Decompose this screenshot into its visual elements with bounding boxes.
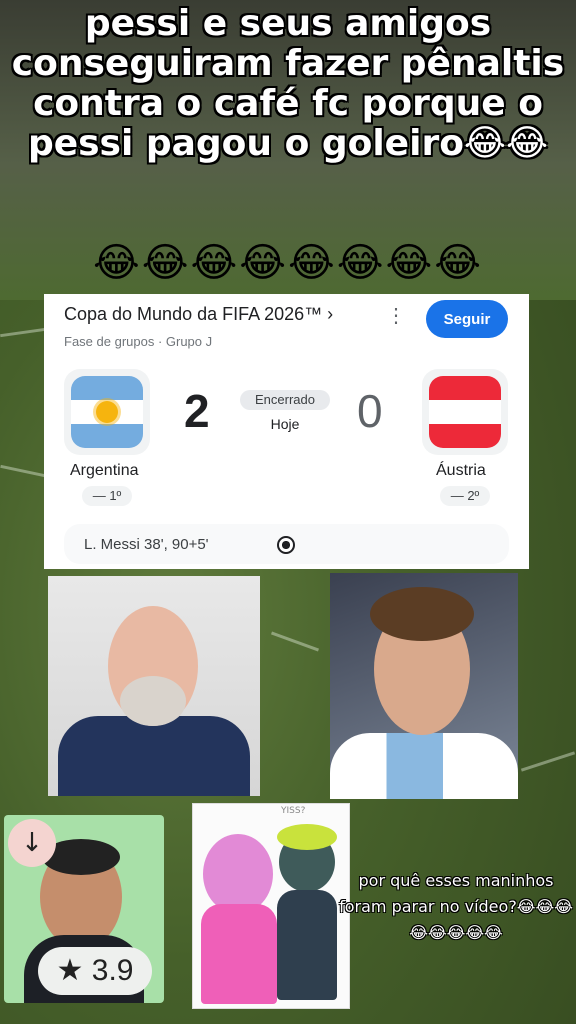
home-score: 2	[184, 385, 210, 437]
competition-link[interactable]: Copa do Mundo da FIFA 2026™ ›	[64, 304, 333, 325]
away-team-flag[interactable]	[422, 369, 508, 455]
away-score: 0	[357, 385, 383, 437]
rating-badge: ★ 3.9	[38, 947, 152, 995]
more-vert-icon[interactable]: ⋮	[386, 306, 406, 328]
austria-flag-icon	[429, 376, 501, 448]
away-team-name[interactable]: Áustria	[436, 462, 486, 480]
bottom-caption: por quê esses maninhos foram parar no ví…	[339, 871, 573, 942]
argentina-shirt	[330, 733, 518, 799]
sun-icon	[96, 401, 118, 423]
match-score-card[interactable]: Copa do Mundo da FIFA 2026™ › Fase de gr…	[44, 294, 529, 569]
scorer-text: L. Messi 38', 90+5'	[84, 536, 209, 553]
home-team-flag[interactable]	[64, 369, 150, 455]
pink-dress	[201, 904, 277, 1004]
hair	[370, 587, 474, 641]
home-team-name[interactable]: Argentina	[70, 462, 139, 480]
pitch-line	[0, 464, 50, 479]
match-date: Hoje	[270, 416, 300, 432]
pink-character	[203, 834, 273, 914]
match-status-badge: Encerrado	[240, 390, 330, 410]
blue-outfit	[277, 890, 337, 1000]
cartoon-characters-image: YISS?	[192, 803, 350, 1009]
follow-button[interactable]: Seguir	[426, 300, 508, 338]
group-stage-label: Fase de grupos · Grupo J	[64, 334, 213, 349]
psg-shirt	[58, 716, 250, 796]
player-rating-card[interactable]: ↓ ★ 3.9	[4, 815, 164, 1003]
arrow-down-icon[interactable]: ↓	[8, 819, 56, 867]
argentina-flag-icon	[71, 376, 143, 448]
pitch-line	[270, 631, 320, 652]
home-team-rank: — 1º	[82, 486, 132, 506]
cartoon-caption: YISS?	[281, 806, 306, 816]
goal-scorers-row[interactable]: L. Messi 38', 90+5'	[64, 524, 509, 564]
meme-caption: pessi e seus amigos conseguiram fazer pê…	[11, 3, 565, 164]
pitch-line	[520, 751, 576, 772]
green-hat	[277, 824, 337, 850]
soccer-ball-icon	[277, 536, 295, 554]
beard	[120, 676, 186, 726]
bald-man-photo	[48, 576, 260, 796]
shouting-player-photo	[330, 573, 518, 799]
laughing-emoji-row: 😂😂😂😂😂😂😂😂	[93, 240, 483, 286]
away-team-rank: — 2º	[440, 486, 490, 506]
